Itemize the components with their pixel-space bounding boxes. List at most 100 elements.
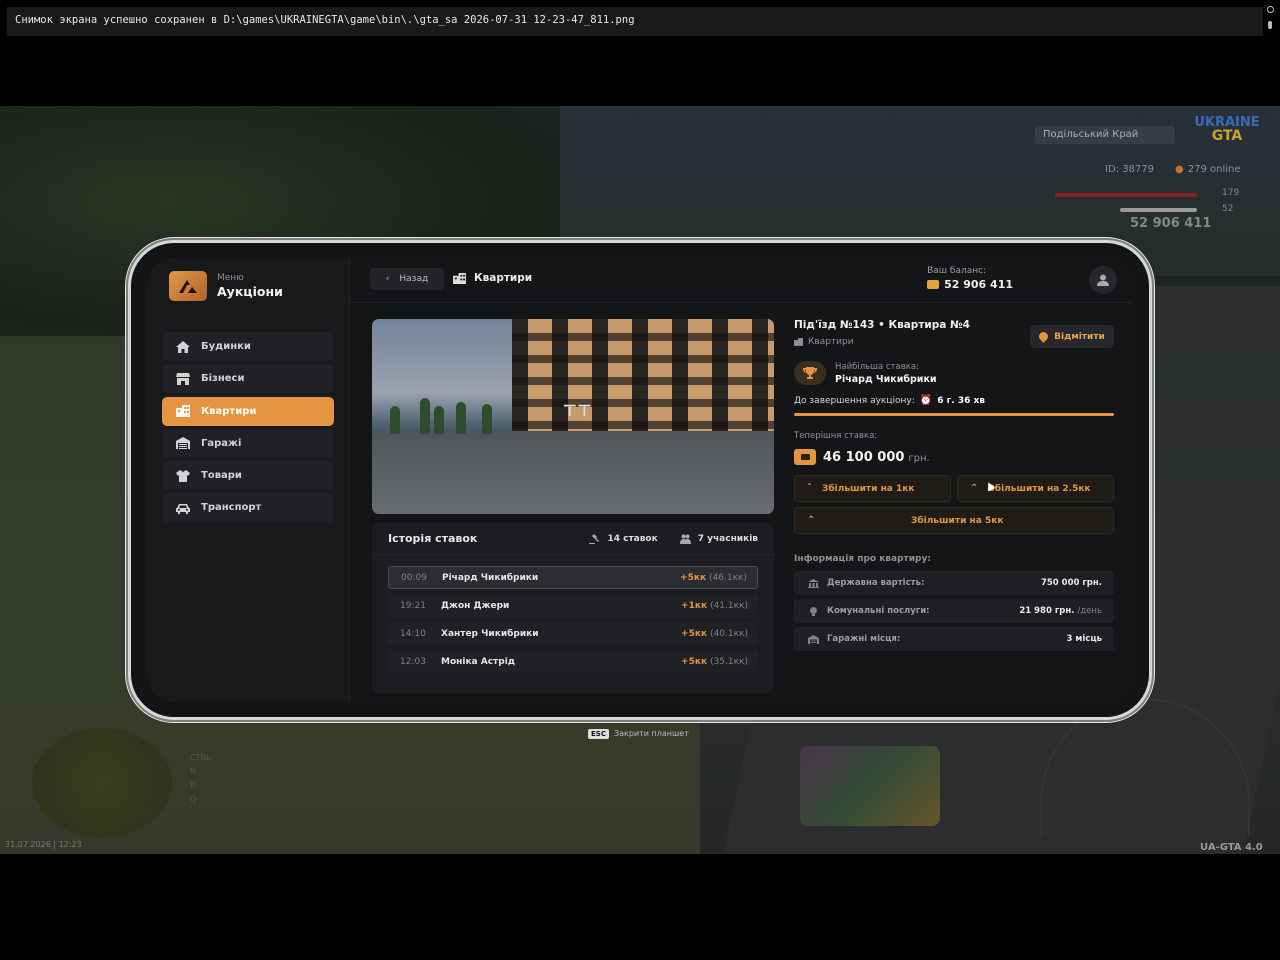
wallet-icon <box>794 449 816 465</box>
current-bid-label: Теперішня ставка: <box>794 431 878 441</box>
notification-controls <box>1264 4 1276 34</box>
sidebar-item-label: Гаражі <box>201 437 242 449</box>
health-value: 179 <box>1222 188 1240 198</box>
sidebar-item-garages[interactable]: Гаражі <box>162 428 334 458</box>
building-logo: ⊤⊤ <box>562 401 592 420</box>
user-icon <box>1097 274 1109 286</box>
bank-icon <box>808 578 819 588</box>
location-icon <box>1266 6 1274 13</box>
trophy-icon <box>794 361 826 385</box>
increase-1kk-button[interactable]: ˆ Збільшити на 1кк <box>794 475 951 502</box>
notification-text: Снимок экрана успешно сохранен в D:\game… <box>15 14 635 26</box>
auction-progress-fill <box>794 413 1114 416</box>
car-icon <box>176 502 190 514</box>
chevron-left-icon: ‹ <box>385 274 390 284</box>
auction-logo-icon <box>169 271 207 301</box>
hud-region: Подільський Край <box>1035 126 1175 144</box>
participants-count: 7 учасників <box>679 534 758 544</box>
increase-5kk-button[interactable]: ⌃ Збільшити на 5кк <box>794 507 1114 534</box>
gavel-icon <box>589 533 600 544</box>
info-row-garage-spots: Гаражні місця: 3 місць <box>794 627 1114 651</box>
auction-progress <box>794 413 1114 416</box>
bids-count: 14 ставок <box>589 533 658 544</box>
game-key-hints: CTRL N R Q <box>190 753 211 804</box>
sidebar-item-houses[interactable]: Будинки <box>162 332 334 361</box>
bid-row[interactable]: 12:03 Моніка Астрід +5кк (35.1кк) <box>388 650 758 673</box>
back-label: Назад <box>399 274 429 284</box>
hud-player-id: ID: 38779 <box>1105 164 1155 175</box>
bid-row[interactable]: 00:09 Річард Чикибрики +5кк (46.1кк) <box>388 566 758 589</box>
current-bid-value: 46 100 000 <box>823 449 905 465</box>
balance-value: 52 906 411 <box>944 278 1013 291</box>
property-info-list: Державна вартість: 750 000 грн. Комуналь… <box>794 571 1114 651</box>
balance: Ваш баланс: 52 906 411 <box>927 266 1013 291</box>
sidebar-item-transport[interactable]: Транспорт <box>162 493 334 523</box>
armor-value: 52 <box>1222 204 1234 214</box>
apartment-icon <box>794 338 803 346</box>
sidebar-item-label: Товари <box>201 470 242 482</box>
esc-key: ESC <box>588 729 609 739</box>
current-bid-currency: грн. <box>908 452 930 464</box>
tablet-screen: Меню Аукціони Будинки Бізнеси Квартири Г… <box>147 257 1133 703</box>
garage-icon <box>176 437 190 450</box>
microphone-icon <box>1268 21 1272 29</box>
history-title: Історія ставок <box>388 532 478 545</box>
users-icon <box>679 534 691 544</box>
sidebar-item-businesses[interactable]: Бізнеси <box>162 364 334 394</box>
home-icon <box>176 340 190 353</box>
property-photo: ⊤⊤ <box>372 319 774 514</box>
store-icon <box>176 372 190 385</box>
apartment-icon <box>453 272 466 284</box>
apartment-icon <box>176 405 190 418</box>
profile-button[interactable] <box>1089 266 1117 294</box>
info-row-utilities: Комунальні послуги: 21 980 грн./день <box>794 599 1114 623</box>
sidebar-menu: Будинки Бізнеси Квартири Гаражі Товари Т… <box>162 332 334 526</box>
breadcrumb: Квартири <box>453 272 532 284</box>
topbar: ‹ Назад Квартири Ваш баланс: 52 906 411 <box>350 257 1133 303</box>
top-bid: Найбільша ставка: Річард Чикибрики <box>794 361 1114 385</box>
alarm-clock-icon: ⏰ <box>919 395 933 406</box>
sidebar-item-goods[interactable]: Товари <box>162 461 334 491</box>
brand-title: Аукціони <box>217 284 283 299</box>
top-bid-name: Річард Чикибрики <box>835 373 937 385</box>
brand-subtitle: Меню <box>217 273 244 283</box>
bid-row[interactable]: 19:21 Джон Джери +1кк (41.1кк) <box>388 594 758 617</box>
bid-list: 00:09 Річард Чикибрики +5кк (46.1кк) 19:… <box>372 555 774 673</box>
bid-row[interactable]: 14:10 Хантер Чикибрики +5кк (40.1кк) <box>388 622 758 645</box>
info-row-state-value: Державна вартість: 750 000 грн. <box>794 571 1114 595</box>
section-title: Квартири <box>474 272 533 284</box>
server-logo: UKRAINE GTA <box>1194 115 1260 144</box>
hud-online: 279 online <box>1175 164 1241 175</box>
balance-label: Ваш баланс: <box>927 266 987 276</box>
property-info-title: Інформація про квартиру: <box>794 554 931 564</box>
sidebar-item-label: Бізнеси <box>201 373 245 385</box>
back-button[interactable]: ‹ Назад <box>370 268 444 290</box>
auction-timer: До завершення аукціону: ⏰ 6 г. 36 хв <box>794 395 985 406</box>
sidebar-item-label: Квартири <box>201 405 257 417</box>
top-bid-label: Найбільша ставка: <box>835 361 919 372</box>
lightbulb-icon <box>808 606 819 616</box>
health-bar <box>1055 193 1197 197</box>
sidebar-item-label: Транспорт <box>201 502 262 514</box>
current-bid: 46 100 000 грн. <box>794 449 1114 465</box>
wallet-icon <box>927 280 940 289</box>
tablet: Меню Аукціони Будинки Бізнеси Квартири Г… <box>128 240 1152 720</box>
pin-icon <box>1037 330 1051 343</box>
favorite-button[interactable]: Відмітити <box>1030 325 1114 348</box>
increase-2-5kk-button[interactable]: ⌃ Збільшити на 2.5кк <box>957 475 1114 502</box>
hud-version: UA-GTA 4.0 <box>1200 842 1263 853</box>
hud-money: 52 906 411 <box>1130 216 1212 231</box>
bid-history: Історія ставок 14 ставок 7 учасників 00:… <box>372 523 774 693</box>
screenshot-notification: Снимок экрана успешно сохранен в D:\game… <box>7 7 1263 36</box>
sidebar-item-apartments[interactable]: Квартири <box>162 396 334 426</box>
listing-info: Під'їзд №143 • Квартира №4 Квартири Відм… <box>794 319 1114 655</box>
promo-banner <box>800 746 940 826</box>
hud-date: 31.07.2026 | 12:23 <box>5 840 82 849</box>
sidebar-item-label: Будинки <box>201 341 251 352</box>
close-tablet-hint: ESC Закрити планшет <box>588 729 689 739</box>
shirt-icon <box>176 469 190 482</box>
chevron-up-icon: ˆ <box>807 483 812 494</box>
minimap <box>32 728 172 838</box>
armor-bar <box>1120 208 1197 212</box>
sidebar: Меню Аукціони Будинки Бізнеси Квартири Г… <box>147 257 350 703</box>
